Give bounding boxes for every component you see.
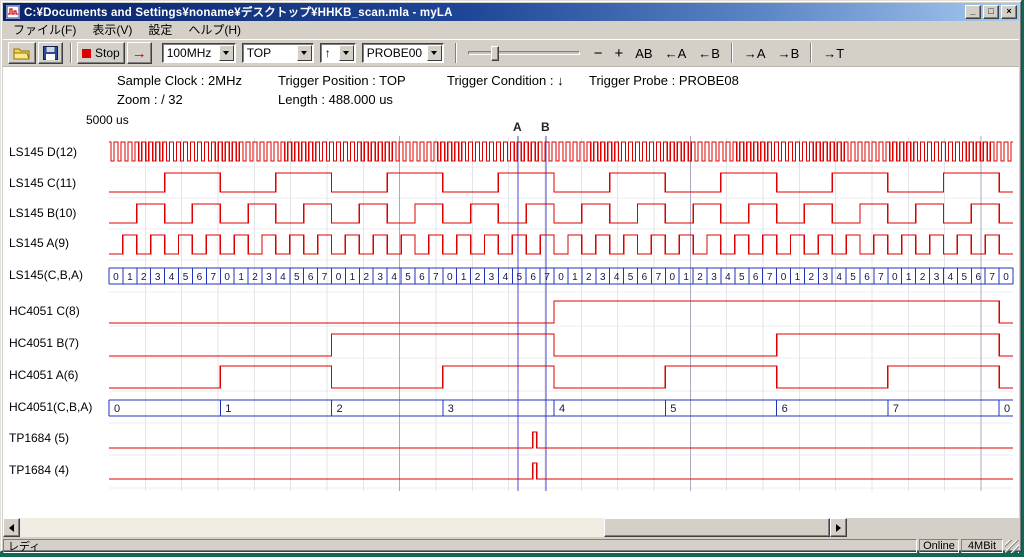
close-button[interactable]: × [1001, 5, 1017, 19]
minimize-button[interactable]: _ [965, 5, 981, 19]
goto-marker-b-button[interactable]: ←B [692, 42, 726, 64]
menu-view[interactable]: 表示(V) [84, 20, 140, 40]
zoom-out-button[interactable]: − [588, 42, 609, 64]
channel-label-1[interactable]: LS145 D(12) [9, 145, 108, 159]
sample-rate-value: 100MHz [167, 46, 212, 60]
scrollbar-thumb[interactable] [604, 518, 830, 537]
probe-value: PROBE00 [367, 46, 422, 60]
goto-trigger-button[interactable]: →T [817, 42, 850, 64]
menu-help[interactable]: ヘルプ(H) [180, 20, 249, 40]
status-memory-panel: 4MBit [961, 539, 1003, 553]
horizontal-scrollbar[interactable] [3, 518, 847, 537]
save-file-button[interactable] [38, 42, 63, 64]
trigger-condition-info: Trigger Condition : ↓ [447, 73, 564, 88]
status-online-text: Online [923, 540, 955, 552]
channel-label-6[interactable]: HC4051 C(8) [9, 304, 108, 318]
toolbar-separator [731, 43, 733, 63]
channel-label-10[interactable]: TP1684 (5) [9, 431, 108, 445]
trigger-probe-info: Trigger Probe : PROBE08 [589, 73, 739, 88]
run-arrow-icon: → [132, 45, 147, 62]
channel-label-9[interactable]: HC4051(C,B,A) [9, 400, 108, 414]
maximize-button[interactable]: □ [983, 5, 999, 19]
scroll-left-button[interactable] [3, 518, 20, 537]
time-scale-label: 5000 us [86, 113, 129, 127]
trigger-position-select[interactable]: TOP [242, 43, 314, 63]
triangle-left-icon [9, 524, 14, 532]
floppy-disk-icon [43, 46, 58, 60]
dropdown-arrow-icon[interactable] [427, 45, 442, 61]
zoom-in-button[interactable]: + [608, 42, 629, 64]
window-title: C:¥Documents and Settings¥noname¥デスクトップ¥… [24, 4, 963, 20]
marker-b-label[interactable]: B [541, 120, 550, 134]
zoom-slider[interactable] [468, 51, 580, 55]
trigger-position-info: Trigger Position : TOP [278, 73, 406, 88]
trigger-edge-select[interactable]: ↑ [320, 43, 356, 63]
scrollbar-filler [847, 518, 1019, 537]
toolbar-separator [70, 43, 72, 63]
channel-label-4[interactable]: LS145 A(9) [9, 236, 108, 250]
status-ready-text: レディ [8, 539, 40, 553]
channel-label-5[interactable]: LS145(C,B,A) [9, 268, 108, 282]
status-ready-panel: レディ [3, 539, 917, 553]
toolbar-separator [810, 43, 812, 63]
goto-marker-a-button[interactable]: ←A [659, 42, 693, 64]
sample-rate-select[interactable]: 100MHz [162, 43, 236, 63]
ab-button[interactable]: AB [629, 42, 658, 64]
trigger-position-value: TOP [247, 46, 271, 60]
sample-clock-info: Sample Clock : 2MHz [117, 73, 242, 88]
next-marker-b-button[interactable]: →B [772, 42, 806, 64]
trigger-edge-value: ↑ [325, 46, 331, 60]
app-icon [6, 5, 20, 19]
triangle-right-icon [836, 524, 841, 532]
length-info: Length : 488.000 us [278, 92, 393, 107]
stop-label: Stop [95, 46, 120, 60]
toolbar-separator [455, 43, 457, 63]
resize-grip[interactable] [1005, 540, 1019, 553]
channel-label-7[interactable]: HC4051 B(7) [9, 336, 108, 350]
stop-button[interactable]: Stop [77, 42, 125, 64]
status-online-panel: Online [919, 539, 959, 553]
channel-label-2[interactable]: LS145 C(11) [9, 176, 108, 190]
menu-bar: ファイル(F) 表示(V) 設定 ヘルプ(H) [3, 21, 1019, 39]
zoom-slider-thumb[interactable] [491, 46, 499, 61]
title-bar: C:¥Documents and Settings¥noname¥デスクトップ¥… [3, 3, 1019, 21]
menu-file[interactable]: ファイル(F) [5, 20, 84, 40]
next-marker-a-button[interactable]: →A [738, 42, 772, 64]
waveform-panel [3, 67, 1019, 518]
status-memory-text: 4MBit [968, 540, 996, 552]
run-button[interactable]: → [127, 42, 152, 64]
marker-a-label[interactable]: A [513, 120, 522, 134]
open-file-button[interactable] [8, 42, 36, 64]
app-window: C:¥Documents and Settings¥noname¥デスクトップ¥… [0, 0, 1022, 552]
menu-settings[interactable]: 設定 [140, 20, 180, 40]
dropdown-arrow-icon[interactable] [219, 45, 234, 61]
zoom-info: Zoom : / 32 [117, 92, 183, 107]
dropdown-arrow-icon[interactable] [297, 45, 312, 61]
channel-label-3[interactable]: LS145 B(10) [9, 206, 108, 220]
toolbar: Stop → 100MHz TOP ↑ PROBE00 − + AB ←A ←B [3, 39, 1019, 67]
dropdown-arrow-icon[interactable] [339, 45, 354, 61]
scroll-right-button[interactable] [830, 518, 847, 537]
probe-select[interactable]: PROBE00 [362, 43, 444, 63]
stop-icon [82, 49, 91, 58]
open-folder-icon [13, 47, 31, 60]
status-bar: レディ Online 4MBit [3, 538, 1019, 553]
channel-label-11[interactable]: TP1684 (4) [9, 463, 108, 477]
channel-label-8[interactable]: HC4051 A(6) [9, 368, 108, 382]
